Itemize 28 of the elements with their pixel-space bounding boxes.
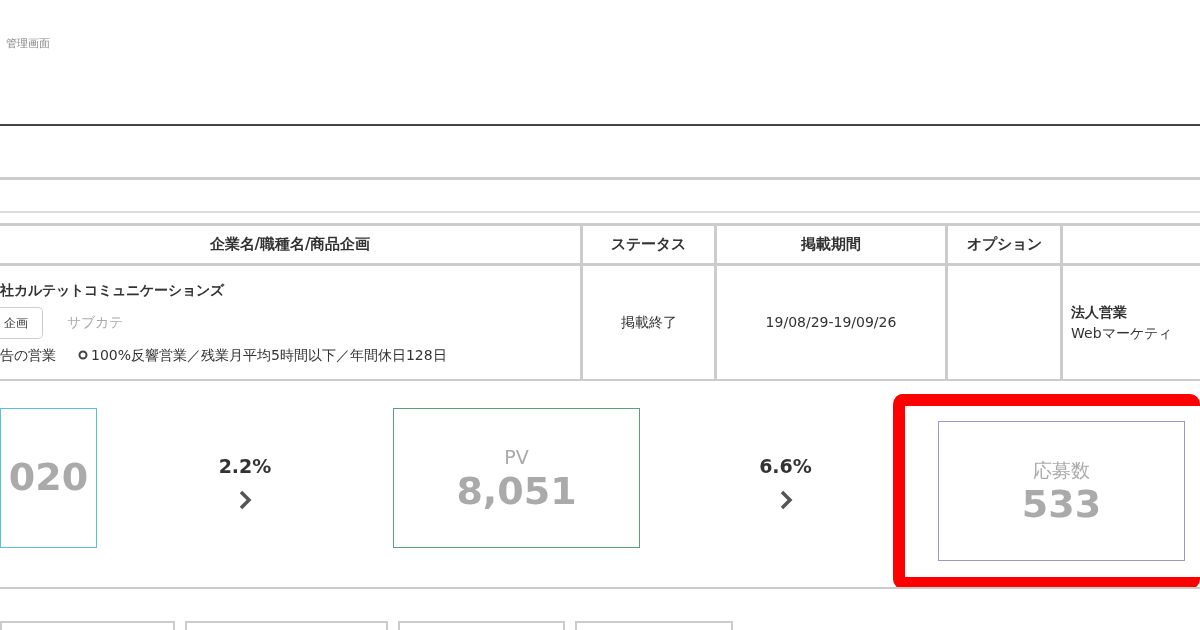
job-title: 告の営業 — [0, 345, 56, 365]
metric-label: 応募数 — [1033, 457, 1090, 483]
metric-label: PV — [504, 444, 529, 470]
tab[interactable] — [0, 621, 175, 630]
category-tag: 企画 — [0, 306, 43, 339]
tab[interactable] — [575, 621, 733, 630]
tab[interactable] — [398, 621, 565, 630]
page-title: 管理画面 — [6, 37, 50, 50]
metric-value: 8,051 — [456, 471, 577, 514]
job-detail: Webマーケティ — [1071, 323, 1172, 343]
metric-value: 533 — [1021, 484, 1102, 527]
column-header: ステータス — [611, 234, 686, 256]
feature-text: 100%反響営業／残業月平均5時間以下／年間休日128日 — [91, 345, 447, 365]
conversion-rate: 2.2% — [218, 454, 272, 479]
chevron-right-icon — [238, 488, 252, 511]
chevron-right-icon — [778, 488, 793, 511]
period-text: 19/08/29-19/09/26 — [765, 313, 897, 332]
bullet-icon — [78, 350, 88, 360]
subcategory-text: サブカテ — [67, 313, 123, 332]
company-name: 社カルテットコミュニケーションズ — [0, 280, 224, 300]
column-header: 企業名/職種名/商品企画 — [209, 234, 371, 256]
conversion-rate: 6.6% — [759, 454, 812, 479]
job-type: 法人営業 — [1071, 302, 1127, 322]
tab[interactable] — [185, 621, 388, 630]
metric-value: 020 — [8, 457, 89, 499]
column-header: 掲載期間 — [801, 234, 861, 256]
column-header: オプション — [966, 234, 1042, 256]
status-text: 掲載終了 — [620, 313, 677, 332]
